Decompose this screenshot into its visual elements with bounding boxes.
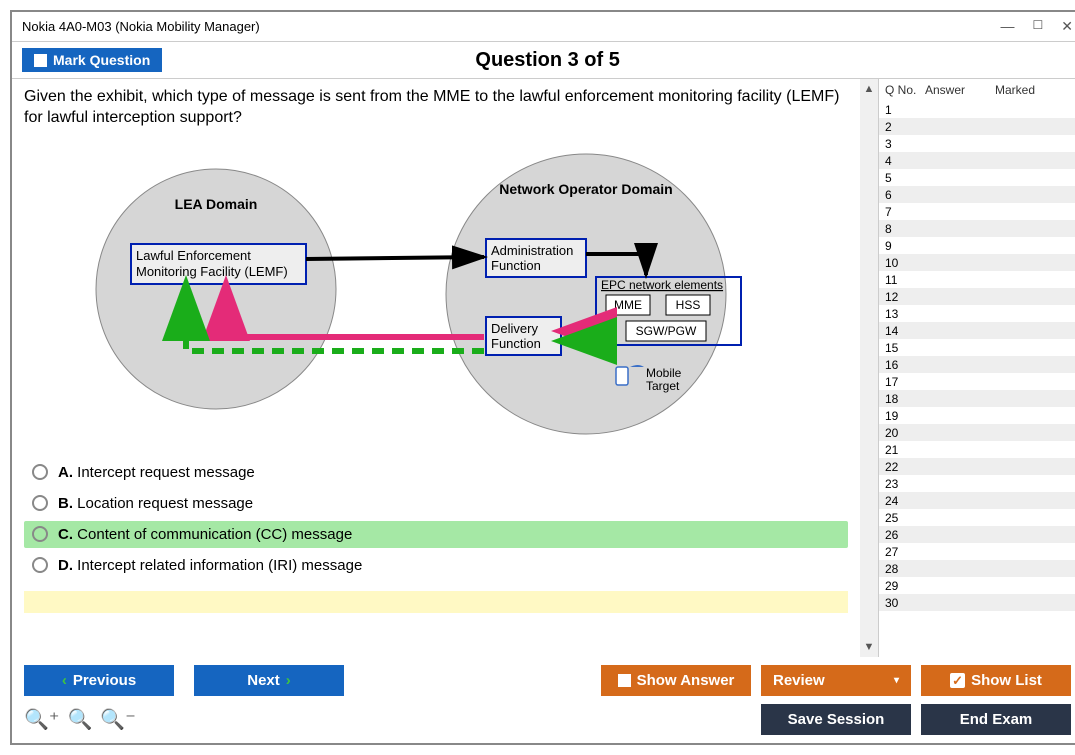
qlist-row[interactable]: 25 (879, 509, 1075, 526)
exhibit-diagram: LEA Domain Lawful Enforcement Monitoring… (86, 139, 786, 439)
qlist-row[interactable]: 23 (879, 475, 1075, 492)
qlist-header: Q No. Answer Marked (879, 79, 1075, 101)
qlist-row[interactable]: 5 (879, 169, 1075, 186)
qlist-row[interactable]: 3 (879, 135, 1075, 152)
qlist-row[interactable]: 19 (879, 407, 1075, 424)
previous-button[interactable]: ‹ Previous (24, 665, 174, 696)
qlist-row[interactable]: 4 (879, 152, 1075, 169)
minimize-icon[interactable]: — (1001, 18, 1015, 35)
question-text: Given the exhibit, which type of message… (24, 87, 848, 129)
mark-question-label: Mark Question (53, 52, 150, 68)
qlist-row[interactable]: 24 (879, 492, 1075, 509)
close-icon[interactable]: ✕ (1061, 18, 1073, 35)
question-list-panel: Q No. Answer Marked 12345678910111213141… (878, 79, 1075, 657)
svg-text:Administration: Administration (491, 243, 573, 258)
col-answer: Answer (925, 83, 995, 97)
qlist-row[interactable]: 16 (879, 356, 1075, 373)
qlist-row[interactable]: 7 (879, 203, 1075, 220)
question-counter: Question 3 of 5 (162, 49, 933, 72)
show-list-button[interactable]: ✓ Show List (921, 665, 1071, 696)
svg-text:Delivery: Delivery (491, 321, 538, 336)
question-content: Given the exhibit, which type of message… (12, 79, 860, 657)
col-qno: Q No. (885, 83, 925, 97)
highlight-bar (24, 591, 848, 613)
end-exam-button[interactable]: End Exam (921, 704, 1071, 735)
qlist-row[interactable]: 8 (879, 220, 1075, 237)
svg-text:Mobile: Mobile (646, 366, 682, 380)
window-controls: — ☐ ✕ (1001, 18, 1074, 35)
qlist-row[interactable]: 29 (879, 577, 1075, 594)
scroll-up-icon[interactable]: ▲ (864, 83, 875, 95)
qlist-row[interactable]: 11 (879, 271, 1075, 288)
svg-text:Target: Target (646, 379, 680, 393)
chevron-left-icon: ‹ (62, 672, 67, 689)
radio-icon (32, 526, 48, 542)
scroll-down-icon[interactable]: ▼ (864, 641, 875, 653)
option-c[interactable]: C. Content of communication (CC) message (24, 521, 848, 548)
question-list[interactable]: 1234567891011121314151617181920212223242… (879, 101, 1075, 657)
svg-text:EPC network elements: EPC network elements (601, 278, 723, 292)
checkbox-icon (34, 54, 47, 67)
chevron-right-icon: › (286, 672, 291, 689)
qlist-row[interactable]: 26 (879, 526, 1075, 543)
answer-options: A. Intercept request message B. Location… (24, 459, 848, 579)
qlist-row[interactable]: 13 (879, 305, 1075, 322)
mark-question-button[interactable]: Mark Question (22, 48, 162, 72)
review-button[interactable]: Review ▾ (761, 665, 911, 696)
chevron-down-icon: ▾ (894, 675, 899, 686)
lemf-label: Lawful Enforcement (136, 248, 251, 263)
qlist-row[interactable]: 21 (879, 441, 1075, 458)
option-b[interactable]: B. Location request message (24, 490, 848, 517)
qlist-row[interactable]: 17 (879, 373, 1075, 390)
svg-text:SGW/PGW: SGW/PGW (636, 324, 697, 338)
show-answer-button[interactable]: Show Answer (601, 665, 751, 696)
svg-text:Function: Function (491, 258, 541, 273)
svg-text:Monitoring Facility (LEMF): Monitoring Facility (LEMF) (136, 264, 288, 279)
maximize-icon[interactable]: ☐ (1033, 18, 1044, 35)
bottom-toolbar: ‹ Previous Next › Show Answer Review ▾ ✓… (12, 657, 1075, 743)
qlist-row[interactable]: 2 (879, 118, 1075, 135)
next-button[interactable]: Next › (194, 665, 344, 696)
qlist-row[interactable]: 10 (879, 254, 1075, 271)
radio-icon (32, 464, 48, 480)
main-area: Given the exhibit, which type of message… (12, 79, 1075, 657)
qlist-row[interactable]: 18 (879, 390, 1075, 407)
zoom-controls: 🔍⁺ 🔍 🔍⁻ (24, 707, 136, 732)
option-a[interactable]: A. Intercept request message (24, 459, 848, 486)
svg-text:HSS: HSS (676, 298, 701, 312)
zoom-in-icon[interactable]: 🔍⁺ (24, 707, 59, 732)
radio-icon (32, 495, 48, 511)
qlist-row[interactable]: 14 (879, 322, 1075, 339)
checkbox-icon (618, 674, 631, 687)
qlist-row[interactable]: 30 (879, 594, 1075, 611)
qlist-row[interactable]: 9 (879, 237, 1075, 254)
topbar: Mark Question Question 3 of 5 (12, 42, 1075, 79)
qlist-row[interactable]: 28 (879, 560, 1075, 577)
titlebar: Nokia 4A0-M03 (Nokia Mobility Manager) —… (12, 12, 1075, 42)
netop-domain-label: Network Operator Domain (499, 181, 672, 197)
save-session-button[interactable]: Save Session (761, 704, 911, 735)
qlist-row[interactable]: 1 (879, 101, 1075, 118)
svg-text:MME: MME (614, 298, 642, 312)
app-window: Nokia 4A0-M03 (Nokia Mobility Manager) —… (10, 10, 1075, 745)
check-icon: ✓ (950, 673, 965, 688)
qlist-row[interactable]: 20 (879, 424, 1075, 441)
window-title: Nokia 4A0-M03 (Nokia Mobility Manager) (22, 19, 1001, 34)
qlist-row[interactable]: 15 (879, 339, 1075, 356)
qlist-row[interactable]: 27 (879, 543, 1075, 560)
radio-icon (32, 557, 48, 573)
lea-domain-label: LEA Domain (175, 196, 258, 212)
qlist-row[interactable]: 22 (879, 458, 1075, 475)
col-marked: Marked (995, 83, 1075, 97)
zoom-out-icon[interactable]: 🔍⁻ (100, 707, 135, 732)
qlist-row[interactable]: 12 (879, 288, 1075, 305)
zoom-icon[interactable]: 🔍 (67, 707, 92, 732)
qlist-row[interactable]: 6 (879, 186, 1075, 203)
content-scroll-arrows: ▲ ▼ (860, 79, 878, 657)
svg-text:Function: Function (491, 336, 541, 351)
option-d[interactable]: D. Intercept related information (IRI) m… (24, 552, 848, 579)
